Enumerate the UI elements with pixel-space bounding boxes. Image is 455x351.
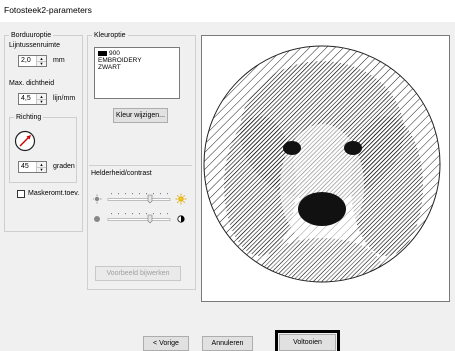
brightness-track[interactable] bbox=[107, 198, 171, 201]
embroidery-option-legend: Borduuroptie bbox=[11, 32, 52, 39]
dialog-body: Borduuroptie Lijntussenruimte 2,0 ▲ ▼ mm… bbox=[0, 22, 455, 351]
contrast-thumb[interactable] bbox=[147, 214, 153, 224]
preview-pane bbox=[201, 35, 450, 302]
direction-dial[interactable] bbox=[14, 130, 36, 152]
spin-down-icon[interactable]: ▼ bbox=[37, 61, 46, 66]
brightness-contrast-label: Helderheid/contrast bbox=[91, 170, 152, 177]
max-density-value: 4,5 bbox=[21, 95, 31, 102]
slider-ticks bbox=[111, 193, 168, 195]
brightness-row bbox=[92, 190, 187, 208]
max-density-label: Max. dichtheid bbox=[9, 80, 55, 87]
update-preview-button[interactable]: Voorbeeld bijwerken bbox=[95, 266, 181, 281]
color-list-item[interactable]: ZWART bbox=[95, 64, 179, 71]
line-spacing-label: Lijntussenruimte bbox=[9, 42, 60, 49]
sun-dim-icon bbox=[92, 194, 102, 204]
color-list-item[interactable]: EMBROIDERY bbox=[95, 57, 179, 64]
mask-checkbox[interactable] bbox=[17, 190, 25, 198]
change-color-button[interactable]: Kleur wijzigen... bbox=[113, 108, 168, 123]
line-spacing-arrows[interactable]: ▲ ▼ bbox=[36, 56, 46, 66]
separator bbox=[89, 165, 192, 166]
max-density-stepper[interactable]: 4,5 ▲ ▼ bbox=[18, 93, 47, 105]
line-spacing-value: 2,0 bbox=[21, 57, 31, 64]
back-button[interactable]: < Vorige bbox=[143, 336, 189, 351]
window-title: Fotosteek2-parameters bbox=[4, 5, 92, 15]
sun-bright-icon bbox=[175, 193, 187, 205]
spin-down-icon[interactable]: ▼ bbox=[37, 99, 46, 104]
max-density-arrows[interactable]: ▲ ▼ bbox=[36, 94, 46, 104]
max-density-unit: lijn/mm bbox=[53, 95, 76, 102]
direction-stepper[interactable]: 45 ▲ ▼ bbox=[18, 161, 47, 173]
contrast-row bbox=[93, 210, 187, 228]
direction-arrows[interactable]: ▲ ▼ bbox=[36, 162, 46, 172]
finish-button[interactable]: Voltooien bbox=[275, 330, 340, 351]
direction-unit: graden bbox=[53, 163, 75, 170]
direction-dial-icon bbox=[14, 130, 36, 152]
slider-ticks bbox=[111, 213, 168, 215]
brightness-thumb[interactable] bbox=[147, 194, 153, 204]
color-swatch bbox=[98, 50, 107, 56]
color-option-legend: Kleuroptie bbox=[94, 32, 126, 39]
color-list-item[interactable]: 900 bbox=[95, 50, 179, 57]
direction-value: 45 bbox=[21, 163, 29, 170]
direction-legend: Richting bbox=[16, 114, 42, 121]
mask-label: Maskeromt.toev. bbox=[28, 190, 80, 197]
cancel-button[interactable]: Annuleren bbox=[202, 336, 253, 351]
color-list[interactable]: 900 EMBROIDERY ZWART bbox=[94, 47, 180, 99]
title-bar: Fotosteek2-parameters bbox=[0, 0, 455, 23]
line-spacing-stepper[interactable]: 2,0 ▲ ▼ bbox=[18, 55, 47, 67]
line-spacing-unit: mm bbox=[53, 57, 65, 64]
dog-portrait-preview bbox=[203, 45, 441, 283]
contrast-high-icon bbox=[177, 215, 185, 223]
contrast-low-icon bbox=[94, 216, 100, 222]
contrast-track[interactable] bbox=[107, 218, 171, 221]
spin-down-icon[interactable]: ▼ bbox=[37, 167, 46, 172]
